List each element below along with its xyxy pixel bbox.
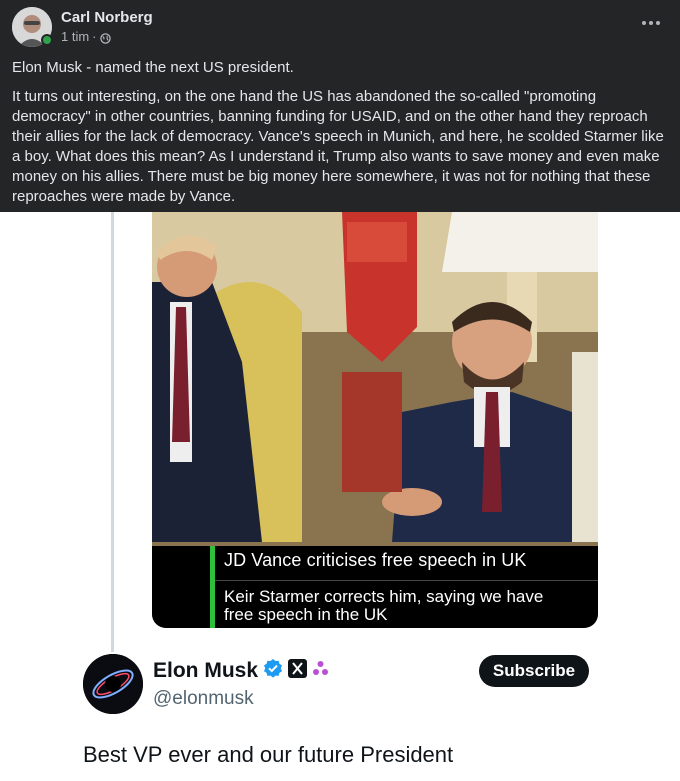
- tweet-handle[interactable]: @elonmusk: [153, 688, 329, 710]
- dot-icon: [649, 21, 653, 25]
- tweet-display-name[interactable]: Elon Musk: [153, 659, 258, 683]
- post-text: Elon Musk - named the next US president.…: [12, 58, 668, 207]
- tweet-author: Elon Musk @elonmusk: [83, 654, 329, 714]
- affiliate-icon: [312, 659, 329, 683]
- author-avatar[interactable]: [12, 7, 53, 47]
- tweet-avatar[interactable]: [83, 654, 143, 714]
- meta-separator: ·: [92, 29, 97, 44]
- post-paragraph: Elon Musk - named the next US president.: [12, 59, 294, 76]
- author-row: Carl Norberg 1 tim ·: [12, 0, 668, 47]
- verified-icon: [263, 658, 283, 684]
- author-name[interactable]: Carl Norberg: [61, 9, 153, 27]
- post-header: Carl Norberg 1 tim · Elon Musk - named t…: [0, 0, 680, 212]
- post-media[interactable]: JD Vance criticises free speech in UK Ke…: [0, 212, 680, 781]
- x-logo-icon: [288, 658, 308, 684]
- caption-subline: Keir Starmer corrects him, saying we hav…: [224, 587, 544, 624]
- online-status-dot: [41, 34, 53, 46]
- caption-divider: [215, 580, 598, 581]
- dot-icon: [642, 21, 646, 25]
- tweet-text: Best VP ever and our future President: [83, 742, 454, 767]
- dot-icon: [656, 21, 660, 25]
- tweet-names: Elon Musk @elonmusk: [153, 658, 329, 710]
- caption-accent-bar: [210, 546, 215, 628]
- thread-line: [111, 212, 114, 652]
- post-paragraph: It turns out interesting, on the one han…: [12, 88, 664, 205]
- author-meta: Carl Norberg 1 tim ·: [61, 7, 153, 45]
- caption-headline: JD Vance criticises free speech in UK: [224, 550, 527, 570]
- tweet-name-row: Elon Musk: [153, 658, 329, 684]
- post-time[interactable]: 1 tim: [61, 29, 89, 45]
- video-caption: JD Vance criticises free speech in UK Ke…: [152, 546, 598, 628]
- more-options-button[interactable]: [638, 13, 664, 33]
- globe-icon: [99, 32, 111, 44]
- video-frame[interactable]: JD Vance criticises free speech in UK Ke…: [152, 212, 598, 628]
- post-meta: 1 tim ·: [61, 29, 153, 45]
- subscribe-button[interactable]: Subscribe: [479, 655, 589, 687]
